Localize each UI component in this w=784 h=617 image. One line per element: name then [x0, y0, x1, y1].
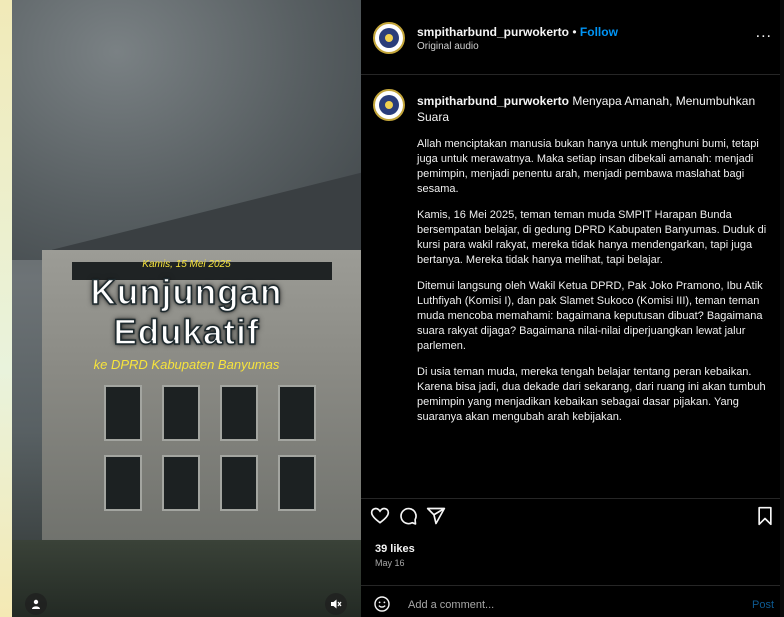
caption-author-avatar[interactable]	[373, 89, 405, 121]
action-bar	[361, 498, 780, 533]
tagged-people-button[interactable]	[25, 593, 47, 615]
caption-scroll-area[interactable]: smpitharbund_purwokerto Menyapa Amanah, …	[361, 75, 780, 495]
audio-link[interactable]: Original audio	[417, 41, 479, 52]
caption-paragraph: Allah menciptakan manusia bukan hanya un…	[417, 138, 759, 195]
caption-headline: smpitharbund_purwokerto Menyapa Amanah, …	[417, 93, 769, 125]
comment-button[interactable]	[397, 505, 419, 527]
save-button[interactable]	[754, 505, 776, 527]
building-window	[278, 385, 316, 441]
caption-username[interactable]: smpitharbund_purwokerto	[417, 94, 569, 108]
caption-paragraph: Ditemui langsung oleh Wakil Ketua DPRD, …	[417, 280, 763, 352]
caption-paragraph: Kamis, 16 Mei 2025, teman teman muda SMP…	[417, 209, 767, 266]
video-title-line2: Edukatif	[113, 313, 260, 353]
follow-button[interactable]: Follow	[580, 25, 618, 39]
building-window	[220, 385, 258, 441]
comment-icon	[400, 507, 417, 525]
likes-count[interactable]: 39 likes	[375, 543, 415, 555]
emoji-icon	[374, 596, 390, 612]
post-comment-button[interactable]: Post	[752, 599, 774, 611]
header-user-line: smpitharbund_purwokerto • Follow	[417, 25, 618, 39]
bookmark-icon	[758, 506, 772, 526]
heart-icon	[370, 507, 390, 524]
building-window	[162, 385, 200, 441]
building-window	[104, 385, 142, 441]
video-title-line1: Kunjungan	[90, 273, 283, 313]
send-icon	[426, 507, 446, 525]
mute-button[interactable]	[325, 593, 347, 615]
building-window	[278, 455, 316, 511]
emoji-button[interactable]	[374, 596, 390, 612]
caption-paragraph: Di usia teman muda, mereka tengah belaja…	[417, 366, 766, 423]
speaker-muted-icon	[331, 599, 342, 609]
comment-input[interactable]: Add a comment...	[408, 599, 708, 611]
post-detail-panel: smpitharbund_purwokerto • Follow Origina…	[361, 0, 780, 617]
like-button[interactable]	[369, 505, 391, 527]
building-window	[162, 455, 200, 511]
more-options-button[interactable]: ...	[756, 24, 772, 42]
video-subtitle: ke DPRD Kabupaten Banyumas	[93, 357, 280, 372]
building-window	[104, 455, 142, 511]
post-header: smpitharbund_purwokerto • Follow Origina…	[361, 0, 780, 75]
school-logo	[379, 95, 399, 115]
video-ground	[12, 540, 361, 617]
page-backdrop-left	[0, 0, 12, 617]
post-date[interactable]: May 16	[375, 558, 405, 568]
page-backdrop-right	[780, 0, 784, 617]
video-date-text: Kamis, 15 Mei 2025	[142, 259, 231, 270]
caption-body: Allah menciptakan manusia bukan hanya un…	[417, 137, 773, 436]
share-button[interactable]	[425, 505, 447, 527]
building-window	[220, 455, 258, 511]
reel-video[interactable]: Kamis, 15 Mei 2025 Kunjungan Edukatif ke…	[12, 0, 361, 617]
author-avatar[interactable]	[373, 22, 405, 54]
header-username[interactable]: smpitharbund_purwokerto	[417, 25, 569, 39]
person-icon	[32, 599, 40, 609]
school-logo	[379, 28, 399, 48]
header-separator: •	[572, 25, 577, 39]
